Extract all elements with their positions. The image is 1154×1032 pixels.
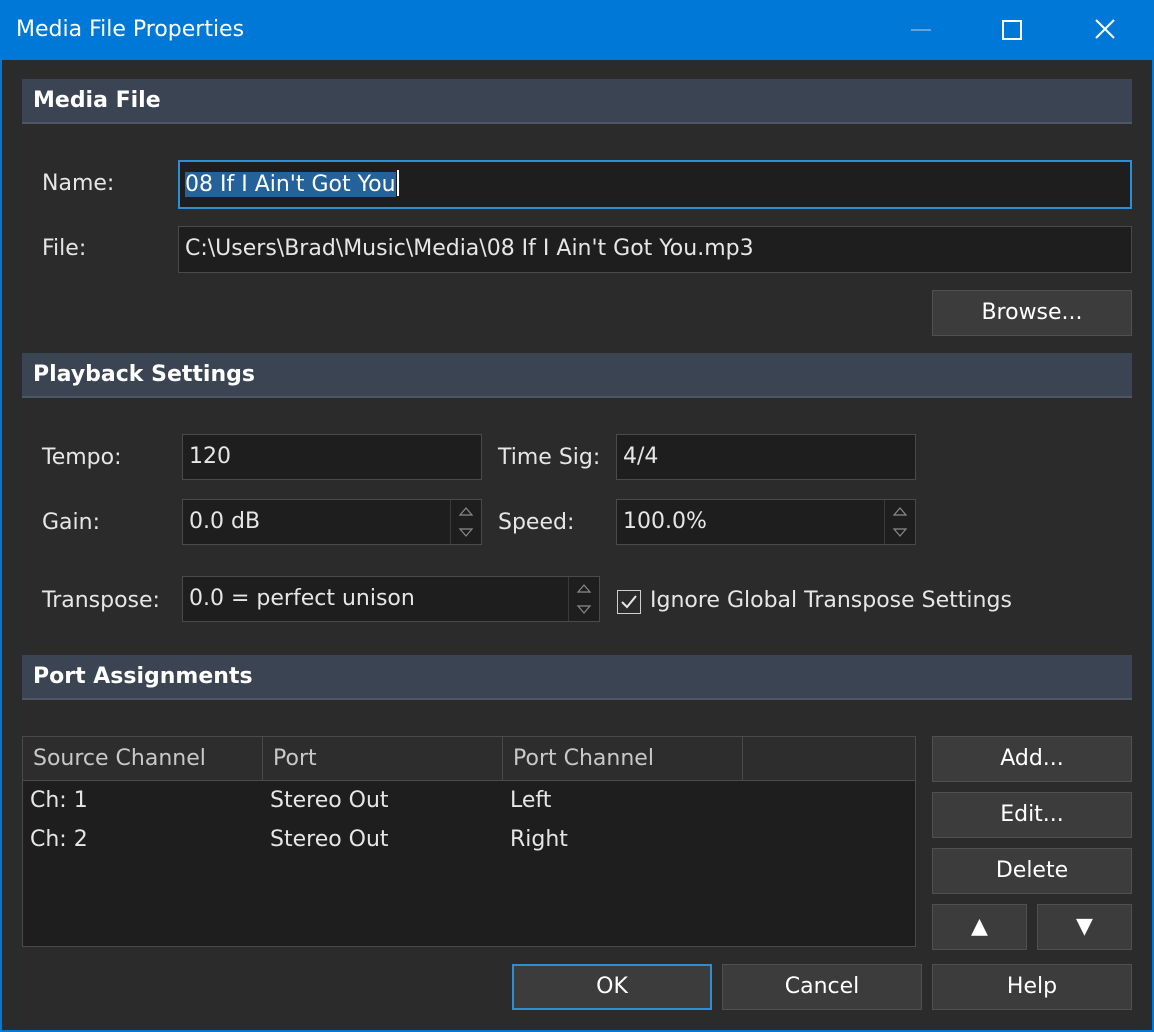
cell-source-channel: Ch: 1 <box>30 788 88 813</box>
close-icon <box>1095 19 1115 39</box>
section-playback-settings: Playback Settings <box>22 353 1132 398</box>
ok-button[interactable]: OK <box>512 964 712 1010</box>
maximize-button[interactable] <box>966 0 1058 60</box>
delete-button[interactable]: Delete <box>932 848 1132 894</box>
media-file-properties-dialog: Media File Properties Media File Name: 0… <box>0 0 1154 1032</box>
help-button[interactable]: Help <box>932 964 1132 1010</box>
transpose-value: 0.0 = perfect unison <box>189 586 415 611</box>
gain-spinbox[interactable]: 0.0 dB <box>182 499 482 545</box>
dialog-body: Media File Name: 08 If I Ain't Got You F… <box>2 60 1152 1030</box>
speed-increment[interactable] <box>885 500 915 522</box>
section-title: Port Assignments <box>33 664 253 689</box>
browse-button[interactable]: Browse... <box>932 290 1132 336</box>
transpose-increment[interactable] <box>569 577 599 599</box>
file-label: File: <box>42 236 87 261</box>
gain-decrement[interactable] <box>451 522 481 544</box>
name-input[interactable]: 08 If I Ain't Got You <box>178 160 1132 209</box>
section-media-file: Media File <box>22 79 1132 124</box>
cell-port-channel: Left <box>510 788 552 813</box>
tempo-value: 120 <box>189 444 231 469</box>
gain-spinner <box>450 500 481 544</box>
cell-port: Stereo Out <box>270 788 389 813</box>
spin-up-icon <box>892 507 908 516</box>
cell-source-channel: Ch: 2 <box>30 827 88 852</box>
checkmark-icon <box>621 595 637 609</box>
text-caret <box>396 170 399 196</box>
tempo-input[interactable]: 120 <box>182 434 482 480</box>
edit-button[interactable]: Edit... <box>932 792 1132 838</box>
section-title: Media File <box>33 88 161 113</box>
move-up-button[interactable]: ▲ <box>932 904 1027 950</box>
speed-decrement[interactable] <box>885 522 915 544</box>
column-header-source-channel[interactable]: Source Channel <box>23 737 263 780</box>
cell-port-channel: Right <box>510 827 568 852</box>
speed-value: 100.0% <box>623 509 707 534</box>
maximize-icon <box>1002 20 1022 40</box>
ignore-global-transpose-label[interactable]: Ignore Global Transpose Settings <box>650 588 1012 613</box>
minimize-button[interactable] <box>875 0 967 60</box>
gain-increment[interactable] <box>451 500 481 522</box>
column-header-port[interactable]: Port <box>263 737 503 780</box>
column-header-port-channel[interactable]: Port Channel <box>503 737 743 780</box>
table-row[interactable]: Ch: 2 Stereo Out Right <box>23 821 915 860</box>
column-header-empty <box>743 737 915 780</box>
port-assignments-table[interactable]: Source Channel Port Port Channel Ch: 1 S… <box>22 736 916 947</box>
title-bar[interactable]: Media File Properties <box>0 0 1154 60</box>
ignore-global-transpose-checkbox[interactable] <box>617 590 641 614</box>
cell-port: Stereo Out <box>270 827 389 852</box>
tempo-label: Tempo: <box>42 445 122 470</box>
section-port-assignments: Port Assignments <box>22 655 1132 700</box>
spin-up-icon <box>458 507 474 516</box>
close-button[interactable] <box>1058 0 1150 60</box>
name-value: 08 If I Ain't Got You <box>185 172 396 197</box>
speed-spinbox[interactable]: 100.0% <box>616 499 916 545</box>
transpose-label: Transpose: <box>42 588 160 613</box>
file-path-field[interactable]: C:\Users\Brad\Music\Media\08 If I Ain't … <box>178 226 1132 273</box>
window-title: Media File Properties <box>16 17 245 42</box>
spin-up-icon <box>576 584 592 593</box>
spin-down-icon <box>458 528 474 537</box>
section-title: Playback Settings <box>33 362 255 387</box>
minimize-icon <box>911 29 931 31</box>
gain-label: Gain: <box>42 510 100 535</box>
move-down-button[interactable]: ▼ <box>1037 904 1132 950</box>
speed-spinner <box>884 500 915 544</box>
gain-value: 0.0 dB <box>189 509 261 534</box>
spin-down-icon <box>892 528 908 537</box>
time-sig-input[interactable]: 4/4 <box>616 434 916 480</box>
name-label: Name: <box>42 171 115 196</box>
cancel-button[interactable]: Cancel <box>722 964 922 1010</box>
table-header: Source Channel Port Port Channel <box>23 737 915 781</box>
transpose-spinbox[interactable]: 0.0 = perfect unison <box>182 576 600 622</box>
spin-down-icon <box>576 605 592 614</box>
time-sig-label: Time Sig: <box>498 445 601 470</box>
table-row[interactable]: Ch: 1 Stereo Out Left <box>23 782 915 821</box>
transpose-spinner <box>568 577 599 621</box>
add-button[interactable]: Add... <box>932 736 1132 782</box>
file-path-value: C:\Users\Brad\Music\Media\08 If I Ain't … <box>185 236 754 261</box>
time-sig-value: 4/4 <box>623 444 659 469</box>
speed-label: Speed: <box>498 510 575 535</box>
transpose-decrement[interactable] <box>569 599 599 621</box>
